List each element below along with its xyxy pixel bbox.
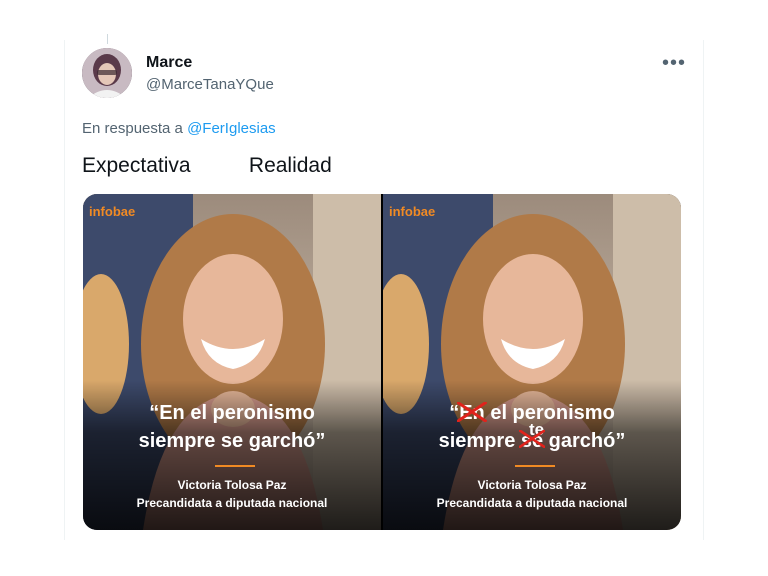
quote-line-2-start: siempre: [438, 430, 521, 452]
quote-line-2: siempre se garchó”: [383, 428, 681, 454]
image-realidad[interactable]: infobae “En el peronismo te siempre se g…: [383, 194, 681, 530]
author-name[interactable]: Marce: [146, 54, 192, 72]
avatar[interactable]: [82, 48, 132, 98]
infobae-logo: infobae: [89, 204, 136, 219]
struck-word-en: En: [457, 402, 487, 424]
caption-name: Victoria Tolosa Paz: [177, 478, 287, 492]
reply-mention-link[interactable]: @FerIglesias: [187, 120, 276, 137]
struck-word-se: se: [518, 430, 546, 452]
reply-prefix: En respuesta a: [82, 120, 183, 137]
caption-role: Precandidata a diputada nacional: [436, 496, 628, 510]
open-quote: “: [449, 402, 460, 424]
avatar-portrait-icon: [82, 48, 132, 98]
reply-context: En respuesta a @FerIglesias: [82, 120, 276, 137]
quote-line-1: “En el peronismo: [149, 402, 315, 424]
orange-divider: [515, 465, 555, 467]
author-handle[interactable]: @MarceTanaYQue: [146, 76, 274, 93]
tweet-media[interactable]: infobae “En el peronismo siempre se garc…: [83, 194, 681, 530]
tweet-text: Expectativa Realidad: [82, 154, 332, 177]
quote-line-1-rest: el peronismo: [484, 402, 615, 424]
image-expectativa[interactable]: infobae “En el peronismo siempre se garc…: [83, 194, 381, 530]
quote-line-2-end: garchó”: [543, 430, 626, 452]
caption-name: Victoria Tolosa Paz: [477, 478, 587, 492]
more-options-icon[interactable]: •••: [662, 52, 686, 75]
infobae-logo: infobae: [389, 204, 436, 219]
quote-line-2: siempre se garchó”: [138, 430, 326, 452]
caption-role: Precandidata a diputada nacional: [136, 496, 328, 510]
orange-divider: [215, 465, 255, 467]
